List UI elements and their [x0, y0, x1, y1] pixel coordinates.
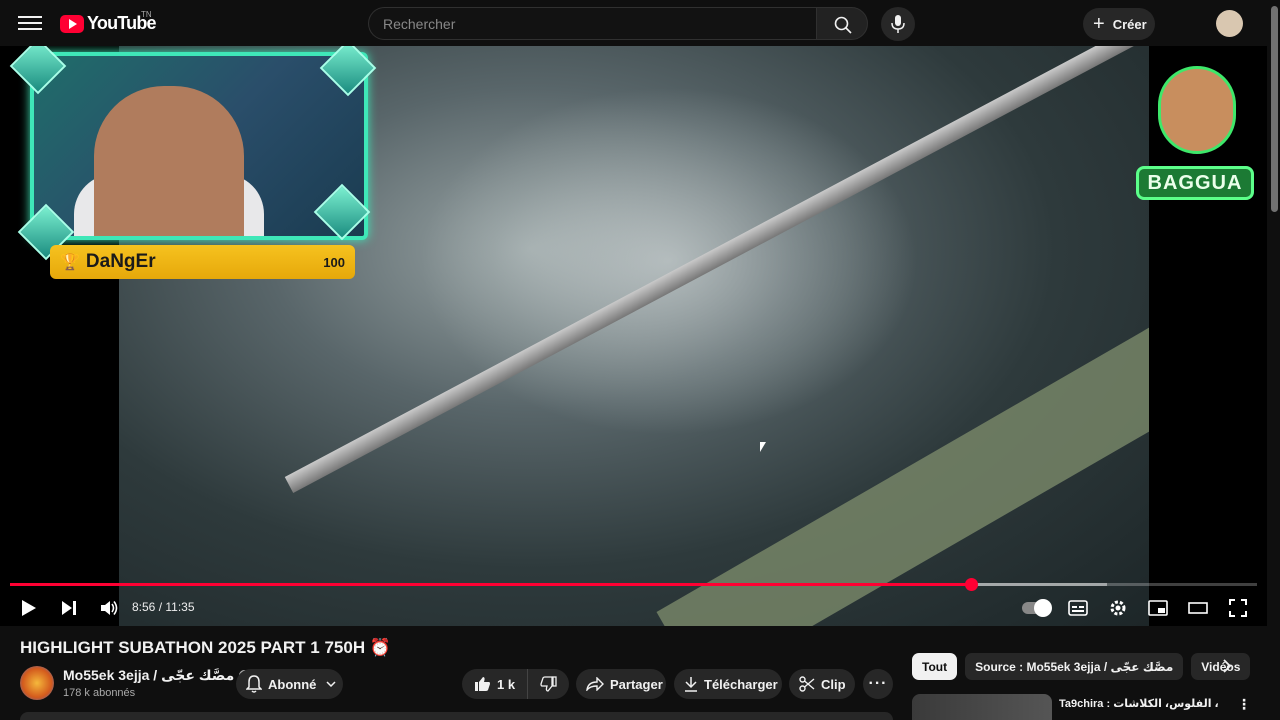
next-button[interactable] [56, 593, 82, 623]
download-icon [685, 677, 697, 692]
subscribed-label: Abonné [268, 676, 317, 692]
hamburger-menu-icon[interactable] [18, 12, 42, 34]
fullscreen-icon [1229, 599, 1247, 617]
video-title: HIGHLIGHT SUBATHON 2025 PART 1 750H ⏰ [20, 638, 391, 657]
like-button[interactable]: 1 k [462, 669, 529, 699]
skip-next-icon [62, 601, 76, 615]
top-bar: YouTube TN + Créer [0, 0, 1280, 46]
channel-name-text: Mo55ek 3ejja / مصَّك عجّى [63, 667, 235, 683]
mouse-cursor-icon [760, 442, 766, 452]
channel-name[interactable]: Mo55ek 3ejja / مصَّك عجّى [63, 667, 251, 684]
subtitles-button[interactable] [1065, 593, 1091, 623]
share-label: Partager [610, 676, 663, 692]
chevron-right-icon[interactable] [1218, 657, 1236, 675]
theater-mode-button[interactable] [1185, 593, 1211, 623]
clip-button[interactable]: Clip [789, 669, 855, 699]
youtube-logo[interactable]: YouTube TN [60, 10, 157, 34]
player-controls: 8:56 / 11:35 [0, 593, 1267, 623]
bell-icon [246, 675, 262, 693]
streamer-score: 100 [323, 254, 345, 270]
trophy-icon: 🏆 [60, 254, 80, 271]
webcam-person [94, 86, 244, 236]
youtube-play-icon [60, 14, 84, 33]
cartoon-face [1158, 66, 1236, 154]
play-button[interactable] [16, 593, 42, 623]
progress-bar[interactable] [10, 578, 1257, 591]
volume-icon [101, 601, 118, 615]
page-scrollbar[interactable] [1268, 0, 1280, 720]
search-input[interactable] [369, 8, 816, 39]
thumbs-up-icon [475, 677, 490, 691]
filter-chips: Tout Source : Mo55ek 3ejja / مصَّك عجّى … [912, 653, 1251, 680]
baggua-logo-overlay: BAGGUA [1136, 60, 1256, 205]
recommended-title[interactable]: Ta9chira : الراب، الفلوس، الكلاشات، [1059, 697, 1219, 710]
autoplay-toggle-switch [1022, 599, 1052, 617]
subtitles-icon [1068, 600, 1088, 616]
create-button[interactable]: + Créer [1083, 8, 1155, 40]
miniplayer-button[interactable] [1145, 593, 1171, 623]
plus-icon: + [1093, 13, 1105, 35]
like-count: 1 k [497, 676, 516, 692]
create-label: Créer [1112, 16, 1147, 32]
video-player[interactable]: 🏆 DaNgEr 100 BAGGUA 8:56 / 11:35 [0, 46, 1267, 626]
voice-search-button[interactable] [881, 7, 915, 41]
fullscreen-button[interactable] [1225, 593, 1251, 623]
microphone-icon [891, 15, 905, 33]
volume-button[interactable] [96, 593, 122, 623]
chevron-down-icon [326, 681, 336, 687]
more-actions-button[interactable]: ··· [863, 669, 893, 699]
theater-icon [1188, 602, 1208, 614]
search-icon [834, 16, 852, 34]
download-button[interactable]: Télécharger [674, 669, 782, 699]
progress-played [10, 583, 972, 586]
download-label: Télécharger [704, 676, 778, 692]
chip-source[interactable]: Source : Mo55ek 3ejja / مصَّك عجّى [965, 653, 1184, 680]
miniplayer-icon [1148, 600, 1168, 616]
share-button[interactable]: Partager [576, 669, 666, 699]
recommended-video[interactable]: Ta9chira : الراب، الفلوس، الكلاشات، ⋮ [912, 694, 1262, 720]
like-dislike-group: 1 k [462, 669, 569, 699]
share-icon [586, 677, 604, 691]
search-box [368, 7, 816, 40]
time-display: 8:56 / 11:35 [132, 600, 195, 614]
account-avatar[interactable] [1216, 10, 1243, 37]
channel-avatar[interactable] [20, 666, 54, 700]
scissors-icon [799, 676, 815, 692]
clip-label: Clip [821, 676, 846, 692]
subscriber-count: 178 k abonnés [63, 687, 136, 699]
search-button[interactable] [816, 7, 868, 40]
baggua-label: BAGGUA [1136, 166, 1254, 200]
autoplay-toggle[interactable] [1021, 593, 1052, 623]
chip-all[interactable]: Tout [912, 653, 958, 680]
thumbs-down-icon [540, 676, 557, 692]
settings-button[interactable] [1105, 593, 1131, 623]
gear-icon [1110, 600, 1126, 616]
streamer-name: DaNgEr [85, 251, 156, 272]
recommended-thumbnail[interactable] [912, 694, 1052, 720]
dislike-button[interactable] [528, 669, 563, 699]
recommended-more-icon[interactable]: ⋮ [1237, 696, 1251, 713]
description-box[interactable] [20, 712, 893, 720]
more-icon: ··· [868, 675, 888, 692]
play-icon [22, 600, 36, 616]
subscribed-button[interactable]: Abonné [236, 669, 343, 699]
streamer-name-badge: 🏆 DaNgEr 100 [50, 245, 355, 279]
scrollbar-thumb[interactable] [1271, 6, 1278, 212]
logo-country-code: TN [141, 10, 152, 19]
